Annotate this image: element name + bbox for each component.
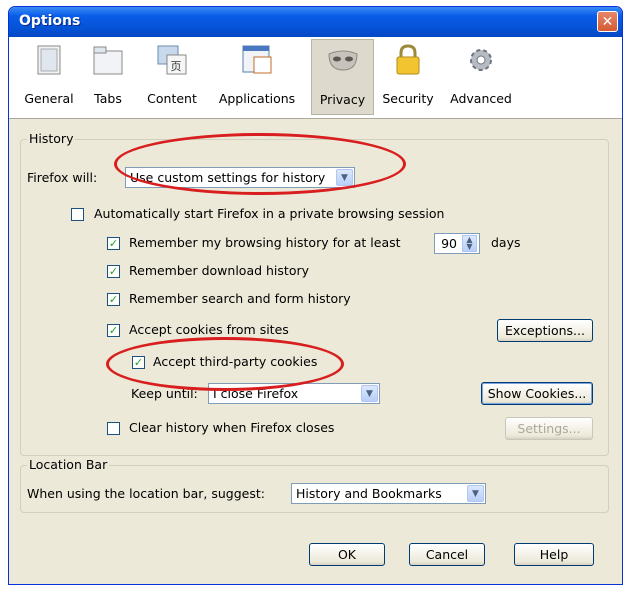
tab-tabs-label: Tabs: [94, 91, 122, 106]
show-cookies-button[interactable]: Show Cookies...: [481, 382, 593, 405]
tab-tabs[interactable]: Tabs: [81, 39, 135, 115]
tab-advanced[interactable]: Advanced: [441, 39, 521, 115]
close-button[interactable]: ✕: [597, 11, 618, 32]
tabs-icon: [93, 46, 123, 75]
clear-history-label: Clear history when Firefox closes: [129, 420, 335, 435]
tab-applications-label: Applications: [218, 91, 296, 106]
tab-security-label: Security: [382, 91, 434, 106]
remember-downloads-label: Remember download history: [129, 263, 310, 278]
help-button[interactable]: Help: [514, 543, 594, 566]
cancel-button[interactable]: Cancel: [409, 543, 485, 566]
settings-button[interactable]: Settings...: [505, 417, 593, 440]
clear-history-checkbox[interactable]: [107, 422, 120, 435]
options-toolbar: General Tabs 页 Content Applications Priv…: [9, 37, 622, 119]
days-value: 90: [441, 236, 457, 251]
ok-button[interactable]: OK: [309, 543, 385, 566]
window-title: Options: [19, 13, 81, 29]
keep-until-label: Keep until:: [131, 386, 198, 401]
applications-icon: [242, 45, 272, 74]
content-icon: 页: [157, 45, 187, 75]
keep-until-value: I close Firefox: [213, 386, 299, 401]
privacy-mask-icon: [327, 50, 358, 71]
tab-content-label: Content: [147, 91, 197, 106]
tab-general[interactable]: General: [19, 39, 79, 115]
tab-content[interactable]: 页 Content: [138, 39, 206, 115]
exceptions-button[interactable]: Exceptions...: [497, 319, 593, 342]
tab-advanced-label: Advanced: [450, 91, 512, 106]
private-browsing-checkbox[interactable]: [71, 208, 84, 221]
chevron-down-icon: ▼: [361, 385, 378, 402]
third-party-cookies-checkbox[interactable]: ✓: [132, 356, 145, 369]
history-group: History Firefox will: Use custom setting…: [20, 131, 609, 456]
tab-security[interactable]: Security: [377, 39, 439, 115]
location-bar-group: Location Bar When using the location bar…: [20, 457, 609, 513]
remember-search-checkbox[interactable]: ✓: [107, 293, 120, 306]
firefox-will-label: Firefox will:: [27, 170, 98, 185]
remember-history-checkbox[interactable]: ✓: [107, 237, 120, 250]
location-bar-legend: Location Bar: [27, 457, 110, 472]
accept-cookies-label: Accept cookies from sites: [129, 322, 289, 337]
history-legend: History: [27, 131, 76, 146]
spinner-arrows-icon[interactable]: ▲ ▼: [462, 235, 477, 252]
suggest-value: History and Bookmarks: [296, 486, 442, 501]
gear-icon: [470, 49, 492, 71]
remember-search-label: Remember search and form history: [129, 291, 351, 306]
chevron-down-icon: ▼: [467, 485, 484, 502]
general-icon: [37, 45, 61, 75]
title-bar[interactable]: Options ✕: [9, 7, 622, 37]
tab-privacy-label: Privacy: [319, 92, 366, 107]
days-spinner[interactable]: 90 ▲ ▼: [434, 233, 480, 254]
tab-general-label: General: [24, 91, 74, 106]
lock-icon: [396, 44, 420, 75]
days-unit: days: [491, 235, 521, 250]
suggest-label: When using the location bar, suggest:: [27, 486, 265, 501]
options-dialog: Options ✕ General Tabs 页 Content Applica…: [8, 6, 623, 585]
remember-history-label: Remember my browsing history for at leas…: [129, 235, 401, 250]
tab-privacy[interactable]: Privacy: [311, 39, 374, 115]
chevron-down-icon: ▼: [336, 169, 353, 186]
keep-until-select[interactable]: I close Firefox ▼: [208, 383, 380, 404]
remember-downloads-checkbox[interactable]: ✓: [107, 265, 120, 278]
history-mode-value: Use custom settings for history: [130, 170, 326, 185]
svg-text:页: 页: [171, 60, 182, 73]
accept-cookies-checkbox[interactable]: ✓: [107, 324, 120, 337]
private-browsing-label: Automatically start Firefox in a private…: [94, 206, 445, 221]
tab-applications[interactable]: Applications: [209, 39, 305, 115]
third-party-cookies-label: Accept third-party cookies: [153, 354, 318, 369]
suggest-select[interactable]: History and Bookmarks ▼: [291, 483, 486, 504]
history-mode-select[interactable]: Use custom settings for history ▼: [125, 167, 355, 188]
